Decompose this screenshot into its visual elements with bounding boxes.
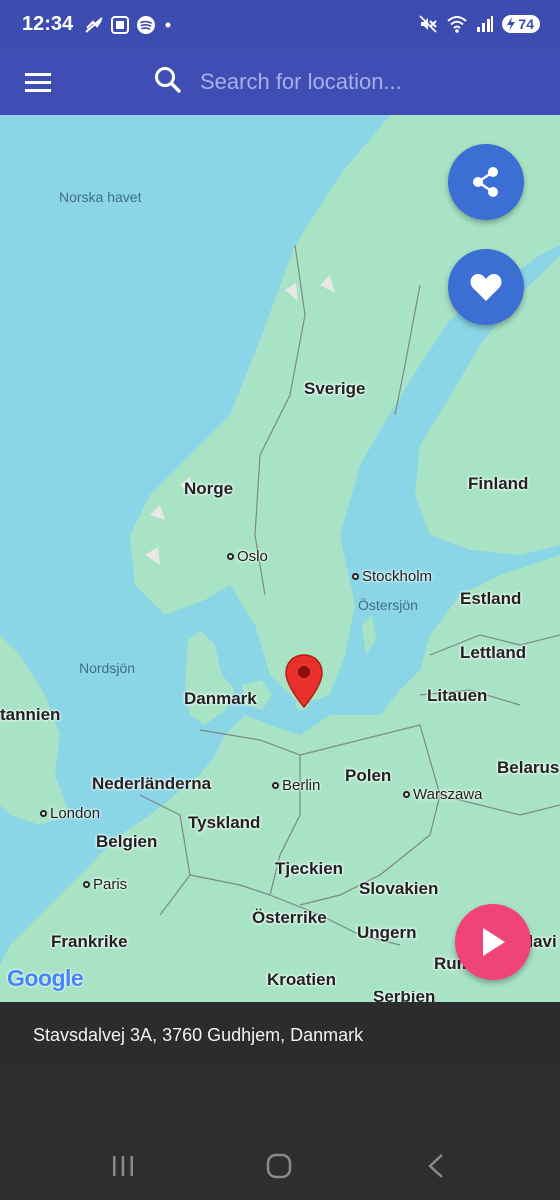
country-label-tyskland: Tyskland: [188, 813, 261, 832]
country-label-slovakien: Slovakien: [359, 879, 439, 898]
spotify-icon: [137, 16, 155, 34]
address-text: Stavsdalvej 3A, 3760 Gudhjem, Danmark: [33, 1025, 364, 1045]
recent-apps-icon: [113, 1156, 133, 1176]
city-dot: [403, 791, 410, 798]
city-label-paris: Paris: [83, 876, 127, 893]
country-label-belgien: Belgien: [96, 832, 158, 851]
city-dot: [83, 881, 90, 888]
back-button[interactable]: [416, 1148, 456, 1184]
mute-icon: [419, 15, 438, 33]
recent-apps-button[interactable]: [103, 1148, 143, 1184]
heart-icon: [470, 274, 502, 301]
map-view[interactable]: Norska havet Nordsjön Östersjön Sverige …: [0, 115, 560, 1002]
menu-button[interactable]: [22, 66, 54, 98]
charging-icon: [507, 17, 516, 31]
search-icon[interactable]: [152, 64, 184, 96]
city-dot: [352, 573, 359, 580]
sea-label-norska-havet: Norska havet: [59, 189, 142, 205]
battery-level: 74: [518, 16, 534, 32]
country-label-serbien: Serbien: [373, 991, 436, 1002]
city-name: Oslo: [237, 548, 268, 565]
country-label-storbritannien: tannien: [0, 705, 61, 724]
play-icon: [483, 928, 505, 956]
navigation-bar: [0, 1068, 560, 1200]
missed-call-icon: [85, 17, 103, 33]
country-label-tjeckien: Tjeckien: [275, 859, 344, 878]
country-label-frankrike: Frankrike: [51, 932, 128, 951]
status-bar: 12:34 74: [0, 0, 560, 50]
screenshot-icon: [111, 16, 129, 34]
city-name: Stockholm: [362, 568, 433, 585]
country-label-osterrike: Österrike: [252, 908, 327, 927]
hamburger-menu-icon: [25, 73, 51, 92]
country-label-polen: Polen: [345, 766, 392, 785]
play-button[interactable]: [455, 904, 531, 980]
city-dot: [272, 782, 279, 789]
google-logo-text: Google: [7, 965, 84, 991]
status-time: 12:34: [22, 13, 74, 35]
country-label-nederlanderna: Nederländerna: [92, 774, 212, 793]
sea-label-nordsjon: Nordsjön: [79, 660, 136, 676]
home-button[interactable]: [259, 1148, 299, 1184]
address-bar: Stavsdalvej 3A, 3760 Gudhjem, Danmark: [0, 1002, 560, 1068]
city-label-stockholm: Stockholm: [352, 568, 432, 585]
city-label-berlin: Berlin: [272, 777, 320, 794]
city-dot: [227, 553, 234, 560]
wifi-icon: [447, 16, 468, 33]
share-button[interactable]: [448, 144, 524, 220]
city-name: Paris: [93, 876, 128, 893]
city-name: London: [50, 805, 101, 822]
country-label-kroatien: Kroatien: [267, 970, 336, 989]
status-icons-left: [84, 15, 174, 35]
city-dot: [40, 810, 47, 817]
location-marker-icon[interactable]: [284, 653, 324, 709]
city-name: Warszawa: [413, 786, 483, 803]
city-name: Berlin: [282, 777, 321, 794]
back-icon: [428, 1154, 443, 1178]
country-label-ungern: Ungern: [357, 923, 417, 942]
share-icon: [473, 167, 498, 197]
battery-indicator: 74: [502, 15, 540, 33]
search-input[interactable]: [200, 62, 520, 102]
country-label-belarus: Belarus: [497, 758, 560, 777]
city-label-oslo: Oslo: [227, 548, 268, 565]
google-attribution: Google: [7, 965, 84, 992]
country-label-sverige: Sverige: [304, 379, 366, 398]
favorite-button[interactable]: [448, 249, 524, 325]
country-label-litauen: Litauen: [427, 686, 488, 705]
app-bar: [0, 50, 560, 115]
country-label-norge: Norge: [184, 479, 234, 498]
status-icons-right: 74: [418, 14, 540, 34]
country-label-lettland: Lettland: [460, 643, 527, 662]
dot-icon: [165, 22, 171, 28]
sea-label-ostersjon: Östersjön: [358, 597, 418, 613]
country-label-finland: Finland: [468, 474, 529, 493]
country-label-estland: Estland: [460, 589, 522, 608]
home-icon: [266, 1153, 292, 1179]
city-label-warszawa: Warszawa: [403, 786, 482, 803]
city-label-london: London: [40, 805, 100, 822]
country-label-danmark: Danmark: [184, 689, 257, 708]
signal-icon: [477, 16, 494, 32]
